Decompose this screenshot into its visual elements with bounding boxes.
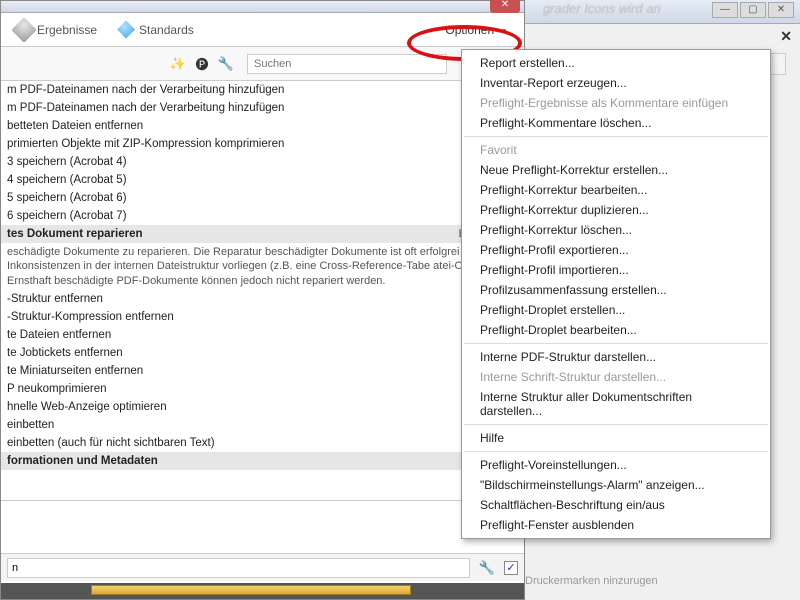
window-titlebar: ✕ bbox=[1, 1, 524, 13]
menu-item: Interne Schrift-Struktur darstellen... bbox=[462, 367, 770, 387]
minimize-icon[interactable]: — bbox=[712, 2, 738, 18]
tab-ergebnisse[interactable]: Ergebnisse bbox=[5, 17, 107, 43]
standards-icon bbox=[117, 21, 135, 39]
menu-item[interactable]: Preflight-Profil exportieren... bbox=[462, 240, 770, 260]
footer-checkbox[interactable]: ✓ bbox=[504, 561, 518, 575]
menu-item[interactable]: Interne Struktur aller Dokumentschriften… bbox=[462, 387, 770, 421]
list-item[interactable]: betteten Dateien entfernen bbox=[1, 117, 524, 135]
options-dropdown-button[interactable]: Optionen bbox=[435, 21, 516, 39]
close-icon[interactable]: ✕ bbox=[768, 2, 794, 18]
menu-item[interactable]: "Bildschirmeinstellungs-Alarm" anzeigen.… bbox=[462, 475, 770, 495]
menu-item[interactable]: Preflight-Korrektur löschen... bbox=[462, 220, 770, 240]
footer-input[interactable] bbox=[7, 558, 470, 578]
menu-separator bbox=[464, 424, 768, 425]
menu-item[interactable]: Preflight-Droplet bearbeiten... bbox=[462, 320, 770, 340]
list-item[interactable]: 5 speichern (Acrobat 6) bbox=[1, 189, 524, 207]
list-item[interactable]: te Dateien entfernen bbox=[1, 326, 524, 344]
list-item[interactable]: m PDF-Dateinamen nach der Verarbeitung h… bbox=[1, 81, 524, 99]
menu-item: Preflight-Ergebnisse als Kommentare einf… bbox=[462, 93, 770, 113]
menu-item: Favorit bbox=[462, 140, 770, 160]
list-item[interactable]: 3 speichern (Acrobat 4) bbox=[1, 153, 524, 171]
menu-item[interactable]: Hilfe bbox=[462, 428, 770, 448]
list-section-header[interactable]: formationen und Metadaten bbox=[1, 452, 524, 470]
list-item[interactable]: hnelle Web-Anzeige optimieren bbox=[1, 398, 524, 416]
window-close-button[interactable]: ✕ bbox=[490, 0, 520, 13]
truncated-bottom-text: Druckermarken ninzurugen bbox=[525, 575, 658, 587]
menu-item[interactable]: Preflight-Droplet erstellen... bbox=[462, 300, 770, 320]
list-item[interactable]: einbetten bbox=[1, 416, 524, 434]
list-item[interactable]: -Struktur entfernen bbox=[1, 290, 524, 308]
menu-item[interactable]: Neue Preflight-Korrektur erstellen... bbox=[462, 160, 770, 180]
footer-bar: 🔧 ✓ bbox=[1, 553, 524, 581]
app-bottom-strip bbox=[1, 583, 524, 599]
list-item[interactable]: te Jobtickets entfernen bbox=[1, 344, 524, 362]
fixups-list[interactable]: m PDF-Dateinamen nach der Verarbeitung h… bbox=[1, 81, 524, 501]
tab-bar: Ergebnisse Standards Optionen bbox=[1, 13, 524, 47]
menu-item[interactable]: Preflight-Kommentare löschen... bbox=[462, 113, 770, 133]
menu-item[interactable]: Preflight-Profil importieren... bbox=[462, 260, 770, 280]
wrench-icon[interactable]: 🔧 bbox=[476, 557, 498, 579]
menu-item[interactable]: Schaltflächen-Beschriftung ein/aus bbox=[462, 495, 770, 515]
panel-close-icon[interactable]: ✕ bbox=[780, 28, 792, 45]
search-input[interactable] bbox=[247, 54, 447, 74]
bg-window-controls: — ▢ ✕ bbox=[712, 2, 794, 18]
list-section-header[interactable]: tes Dokument reparierenBearbeiten.. bbox=[1, 225, 524, 243]
list-description: eschädigte Dokumente zu reparieren. Die … bbox=[1, 243, 524, 290]
menu-item[interactable]: Preflight-Fenster ausblenden bbox=[462, 515, 770, 535]
list-item[interactable]: P neukomprimieren bbox=[1, 380, 524, 398]
preflight-window: ✕ Ergebnisse Standards Optionen ✨ 🅟 🔧 m … bbox=[0, 0, 525, 600]
list-item[interactable]: m PDF-Dateinamen nach der Verarbeitung h… bbox=[1, 99, 524, 117]
wrench-lens-icon[interactable]: 🔧 bbox=[215, 53, 237, 75]
tab-label: Standards bbox=[139, 23, 194, 37]
menu-item[interactable]: Interne PDF-Struktur darstellen... bbox=[462, 347, 770, 367]
options-menu: Report erstellen...Inventar-Report erzeu… bbox=[461, 49, 771, 539]
list-item[interactable]: -Struktur-Kompression entfernen bbox=[1, 308, 524, 326]
toolbar: ✨ 🅟 🔧 bbox=[1, 47, 524, 81]
menu-item[interactable]: Report erstellen... bbox=[462, 53, 770, 73]
menu-separator bbox=[464, 451, 768, 452]
tab-label: Ergebnisse bbox=[37, 23, 97, 37]
page-thumbnail-strip bbox=[91, 585, 411, 595]
menu-item[interactable]: Preflight-Korrektur duplizieren... bbox=[462, 200, 770, 220]
menu-item[interactable]: Preflight-Voreinstellungen... bbox=[462, 455, 770, 475]
wand-icon[interactable]: ✨ bbox=[167, 53, 189, 75]
lens-p-icon[interactable]: 🅟 bbox=[191, 53, 213, 75]
menu-item[interactable]: Preflight-Korrektur bearbeiten... bbox=[462, 180, 770, 200]
list-item[interactable]: 6 speichern (Acrobat 7) bbox=[1, 207, 524, 225]
menu-item[interactable]: Inventar-Report erzeugen... bbox=[462, 73, 770, 93]
menu-separator bbox=[464, 343, 768, 344]
menu-item[interactable]: Profilzusammenfassung erstellen... bbox=[462, 280, 770, 300]
list-item[interactable]: primierten Objekte mit ZIP-Kompression k… bbox=[1, 135, 524, 153]
menu-separator bbox=[464, 136, 768, 137]
list-item[interactable]: te Miniaturseiten entfernen bbox=[1, 362, 524, 380]
list-item[interactable]: 4 speichern (Acrobat 5) bbox=[1, 171, 524, 189]
ergebnisse-icon bbox=[11, 17, 36, 42]
tab-standards[interactable]: Standards bbox=[107, 17, 204, 43]
list-item[interactable]: einbetten (auch für nicht sichtbaren Tex… bbox=[1, 434, 524, 452]
maximize-icon[interactable]: ▢ bbox=[740, 2, 766, 18]
